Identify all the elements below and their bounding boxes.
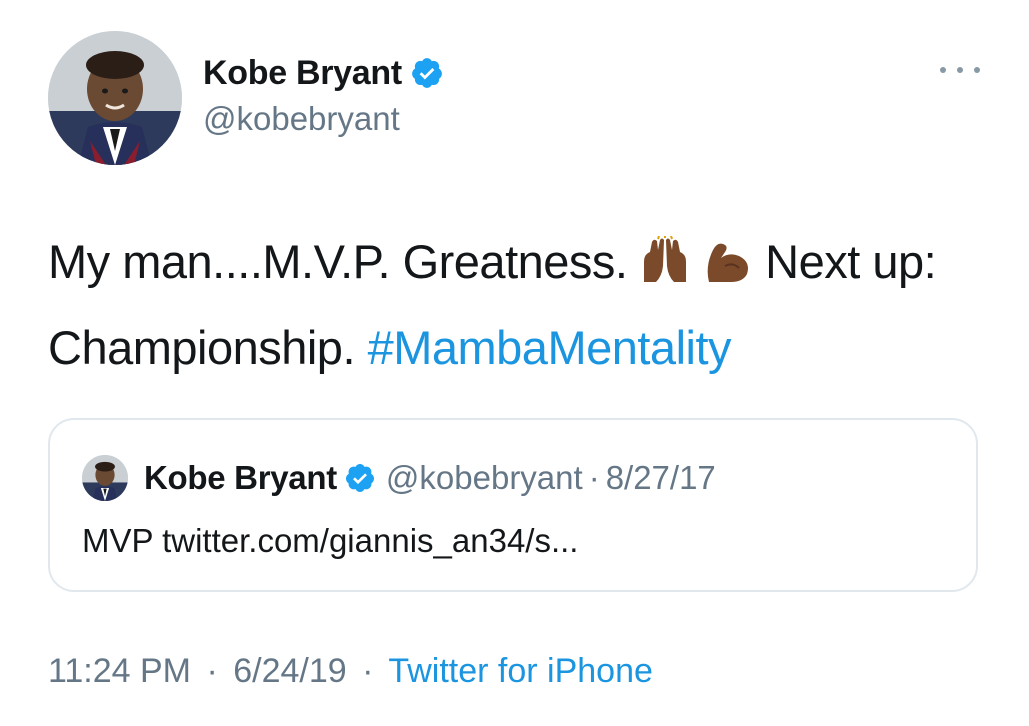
tweet-source-link[interactable]: Twitter for iPhone	[388, 652, 653, 690]
author-name-row[interactable]: Kobe Bryant	[203, 52, 444, 94]
quoted-tweet-date: 8/27/17	[605, 459, 716, 496]
tweet-text: My man....M.V.P. Greatness. Next up: Cha…	[48, 222, 978, 388]
author-avatar[interactable]	[48, 31, 182, 165]
dot	[940, 67, 946, 73]
quoted-tweet-text: MVP twitter.com/giannis_an34/s...	[82, 522, 579, 559]
tweet-text-part-1: My man....M.V.P. Greatness.	[48, 235, 628, 288]
quoted-author-avatar	[82, 455, 128, 501]
author-handle[interactable]: @kobebryant	[203, 100, 400, 138]
hashtag-link[interactable]: #MambaMentality	[368, 321, 732, 374]
more-options-icon[interactable]	[940, 60, 980, 80]
quoted-tweet-card[interactable]: Kobe Bryant @kobebryant · 8/27/17 MVP tw…	[48, 418, 978, 592]
raised-hands-emoji-icon	[640, 228, 690, 308]
dot	[974, 67, 980, 73]
flexed-biceps-emoji-icon	[703, 228, 753, 308]
quoted-tweet-header: Kobe Bryant @kobebryant · 8/27/17	[144, 456, 716, 500]
author-display-name[interactable]: Kobe Bryant	[203, 54, 402, 93]
quoted-author-name: Kobe Bryant	[144, 459, 337, 496]
tweet-card: Kobe Bryant @kobebryant My man....M.V.P.…	[0, 0, 1029, 726]
tweet-time[interactable]: 11:24 PM	[48, 652, 191, 690]
verified-badge-icon	[410, 56, 444, 90]
separator-dot: ·	[588, 459, 600, 496]
quoted-author-handle: @kobebryant	[385, 459, 583, 496]
tweet-date[interactable]: 6/24/19	[233, 652, 346, 690]
verified-badge-icon	[344, 462, 376, 494]
dot	[957, 67, 963, 73]
separator-dot: ·	[206, 652, 218, 690]
tweet-footer: 11:24 PM · 6/24/19 · Twitter for iPhone	[48, 652, 653, 691]
separator-dot: ·	[362, 652, 374, 690]
